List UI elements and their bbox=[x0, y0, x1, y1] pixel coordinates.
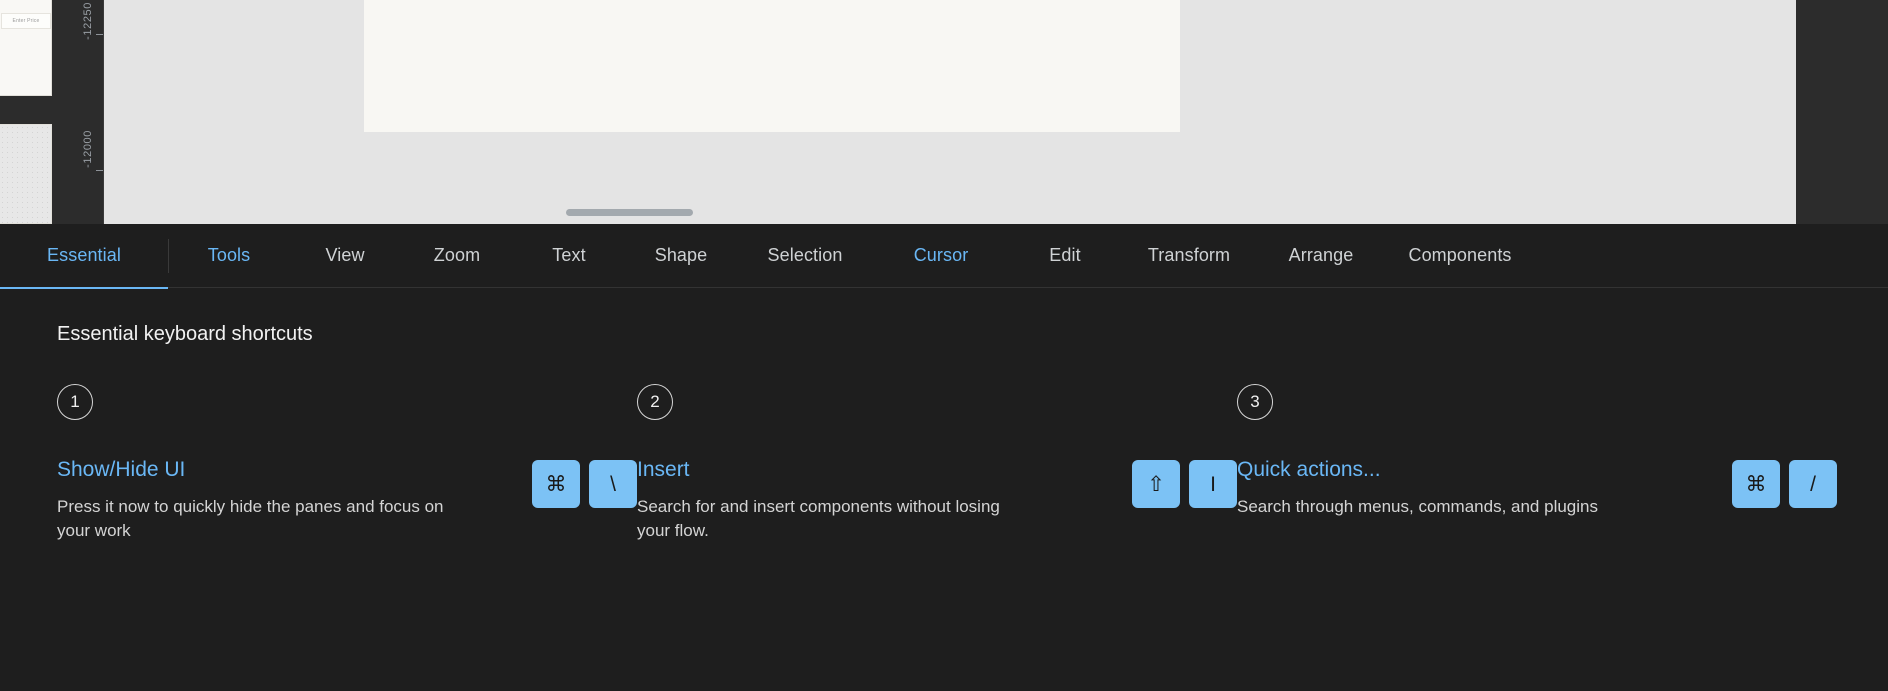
shortcut-category-tabs: Essential Tools View Zoom Text Shape Selection… bbox=[0, 224, 1888, 289]
shortcut-title-link[interactable]: Show/Hide UI bbox=[57, 458, 457, 482]
page-title: Essential keyboard shortcuts bbox=[57, 323, 313, 345]
canvas-viewport[interactable] bbox=[104, 0, 1796, 224]
canvas-right-gutter bbox=[1796, 0, 1888, 224]
shortcut-description: Search through menus, commands, and plug… bbox=[1237, 497, 1598, 516]
shortcut-card-body: Quick actions... Search through menus, co… bbox=[1237, 458, 1837, 519]
shortcut-card-body: Show/Hide UI Press it now to quickly hide… bbox=[57, 458, 637, 543]
tab-components[interactable]: Components bbox=[1385, 224, 1535, 288]
shortcut-description: Search for and insert components without… bbox=[637, 497, 1000, 541]
horizontal-scrollbar[interactable] bbox=[104, 202, 1796, 224]
step-number-badge: 1 bbox=[57, 384, 93, 420]
shortcut-card-body: Insert Search for and insert components w… bbox=[637, 458, 1237, 543]
tab-view[interactable]: View bbox=[289, 224, 401, 288]
shortcut-key-group: ⇧ I bbox=[1132, 460, 1237, 508]
tab-text[interactable]: Text bbox=[513, 224, 625, 288]
keyboard-shortcuts-panel: Essential keyboard shortcuts 1 Show/Hide … bbox=[0, 289, 1888, 691]
shortcut-card: 1 Show/Hide UI Press it now to quickly hid… bbox=[57, 384, 637, 543]
tab-zoom[interactable]: Zoom bbox=[401, 224, 513, 288]
slash-key[interactable]: / bbox=[1789, 460, 1837, 508]
enter-price-placeholder: Enter Price bbox=[12, 18, 40, 24]
shortcut-description: Press it now to quickly hide the panes a… bbox=[57, 497, 444, 541]
shortcut-cards-row: 1 Show/Hide UI Press it now to quickly hid… bbox=[57, 384, 1848, 543]
tab-shape[interactable]: Shape bbox=[625, 224, 737, 288]
command-key[interactable]: ⌘ bbox=[1732, 460, 1780, 508]
step-number-badge: 3 bbox=[1237, 384, 1273, 420]
shortcut-text-block: Show/Hide UI Press it now to quickly hide… bbox=[57, 458, 457, 543]
artboard-mini-card-top: Enter Price bbox=[0, 0, 52, 96]
tab-arrange[interactable]: Arrange bbox=[1257, 224, 1385, 288]
backslash-key[interactable]: \ bbox=[589, 460, 637, 508]
shortcut-text-block: Insert Search for and insert components w… bbox=[637, 458, 1037, 543]
tab-tools[interactable]: Tools bbox=[169, 224, 289, 288]
horizontal-scrollbar-thumb[interactable] bbox=[566, 209, 693, 216]
shortcut-title-link[interactable]: Quick actions... bbox=[1237, 458, 1598, 482]
letter-i-key[interactable]: I bbox=[1189, 460, 1237, 508]
shortcut-card: 3 Quick actions... Search through menus, c… bbox=[1237, 384, 1837, 543]
shortcut-title-link[interactable]: Insert bbox=[637, 458, 1037, 482]
tab-cursor[interactable]: Cursor bbox=[873, 224, 1009, 288]
command-key[interactable]: ⌘ bbox=[532, 460, 580, 508]
tab-edit[interactable]: Edit bbox=[1009, 224, 1121, 288]
shortcut-text-block: Quick actions... Search through menus, co… bbox=[1237, 458, 1598, 519]
shortcut-card: 2 Insert Search for and insert components … bbox=[637, 384, 1237, 543]
tab-selection[interactable]: Selection bbox=[737, 224, 873, 288]
step-number-badge: 2 bbox=[637, 384, 673, 420]
tab-essential[interactable]: Essential bbox=[0, 224, 168, 289]
ruler-label: -12000 bbox=[82, 130, 94, 168]
enter-price-input[interactable]: Enter Price bbox=[1, 13, 51, 29]
artboard-mini-card-bottom bbox=[0, 124, 52, 224]
ruler-label: -12250 bbox=[82, 2, 94, 40]
artboard-frame[interactable] bbox=[364, 0, 1180, 132]
shortcut-key-group: ⌘ / bbox=[1732, 460, 1837, 508]
shift-key[interactable]: ⇧ bbox=[1132, 460, 1180, 508]
tab-transform[interactable]: Transform bbox=[1121, 224, 1257, 288]
shortcut-key-group: ⌘ \ bbox=[532, 460, 637, 508]
ruler-tick bbox=[96, 34, 103, 35]
ruler-tick bbox=[96, 170, 103, 171]
